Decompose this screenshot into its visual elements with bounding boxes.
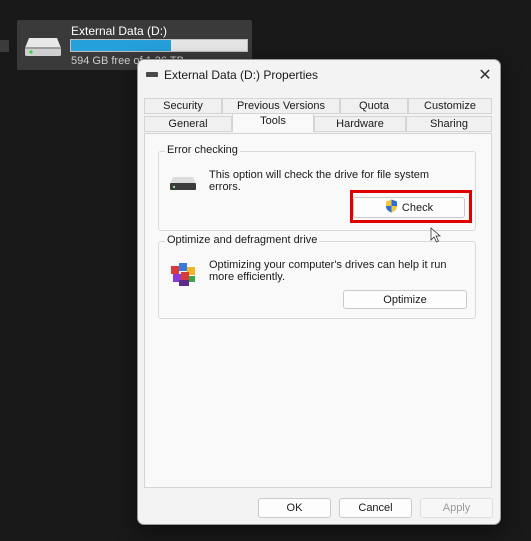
drive-icon (169, 176, 197, 195)
optimize-group: Optimize and defragment drive Optimizing… (158, 234, 476, 319)
defrag-icon (169, 260, 197, 291)
optimize-description: Optimizing your computer's drives can he… (209, 259, 447, 283)
dialog-title: External Data (D:) Properties (164, 68, 319, 82)
optimize-button[interactable]: Optimize (343, 290, 467, 309)
explorer-edge-button[interactable] (0, 40, 9, 52)
apply-button[interactable]: Apply (420, 498, 493, 518)
mouse-cursor-icon (430, 227, 442, 246)
tab-customize[interactable]: Customize (408, 98, 492, 114)
close-button[interactable]: ✕ (470, 60, 500, 90)
close-icon: ✕ (478, 67, 492, 84)
drive-title-icon (146, 72, 158, 77)
tab-general[interactable]: General (144, 116, 232, 132)
cancel-button[interactable]: Cancel (339, 498, 412, 518)
tab-security[interactable]: Security (144, 98, 222, 114)
tab-sharing[interactable]: Sharing (406, 116, 492, 132)
optimize-label: Optimize and defragment drive (165, 234, 320, 246)
drive-name: External Data (D:) (71, 24, 168, 38)
tab-previous-versions[interactable]: Previous Versions (222, 98, 340, 114)
hard-drive-icon (23, 36, 63, 61)
error-checking-label: Error checking (165, 144, 240, 156)
check-button-highlight (350, 190, 472, 223)
drive-usage-fill (71, 40, 172, 51)
dialog-titlebar[interactable]: External Data (D:) Properties ✕ (138, 60, 500, 90)
properties-dialog: External Data (D:) Properties ✕ Security… (137, 59, 501, 525)
ok-button[interactable]: OK (258, 498, 331, 518)
tab-quota[interactable]: Quota (340, 98, 408, 114)
tab-hardware[interactable]: Hardware (314, 116, 406, 132)
tab-tools[interactable]: Tools (232, 113, 314, 132)
drive-usage-bar (70, 39, 248, 52)
